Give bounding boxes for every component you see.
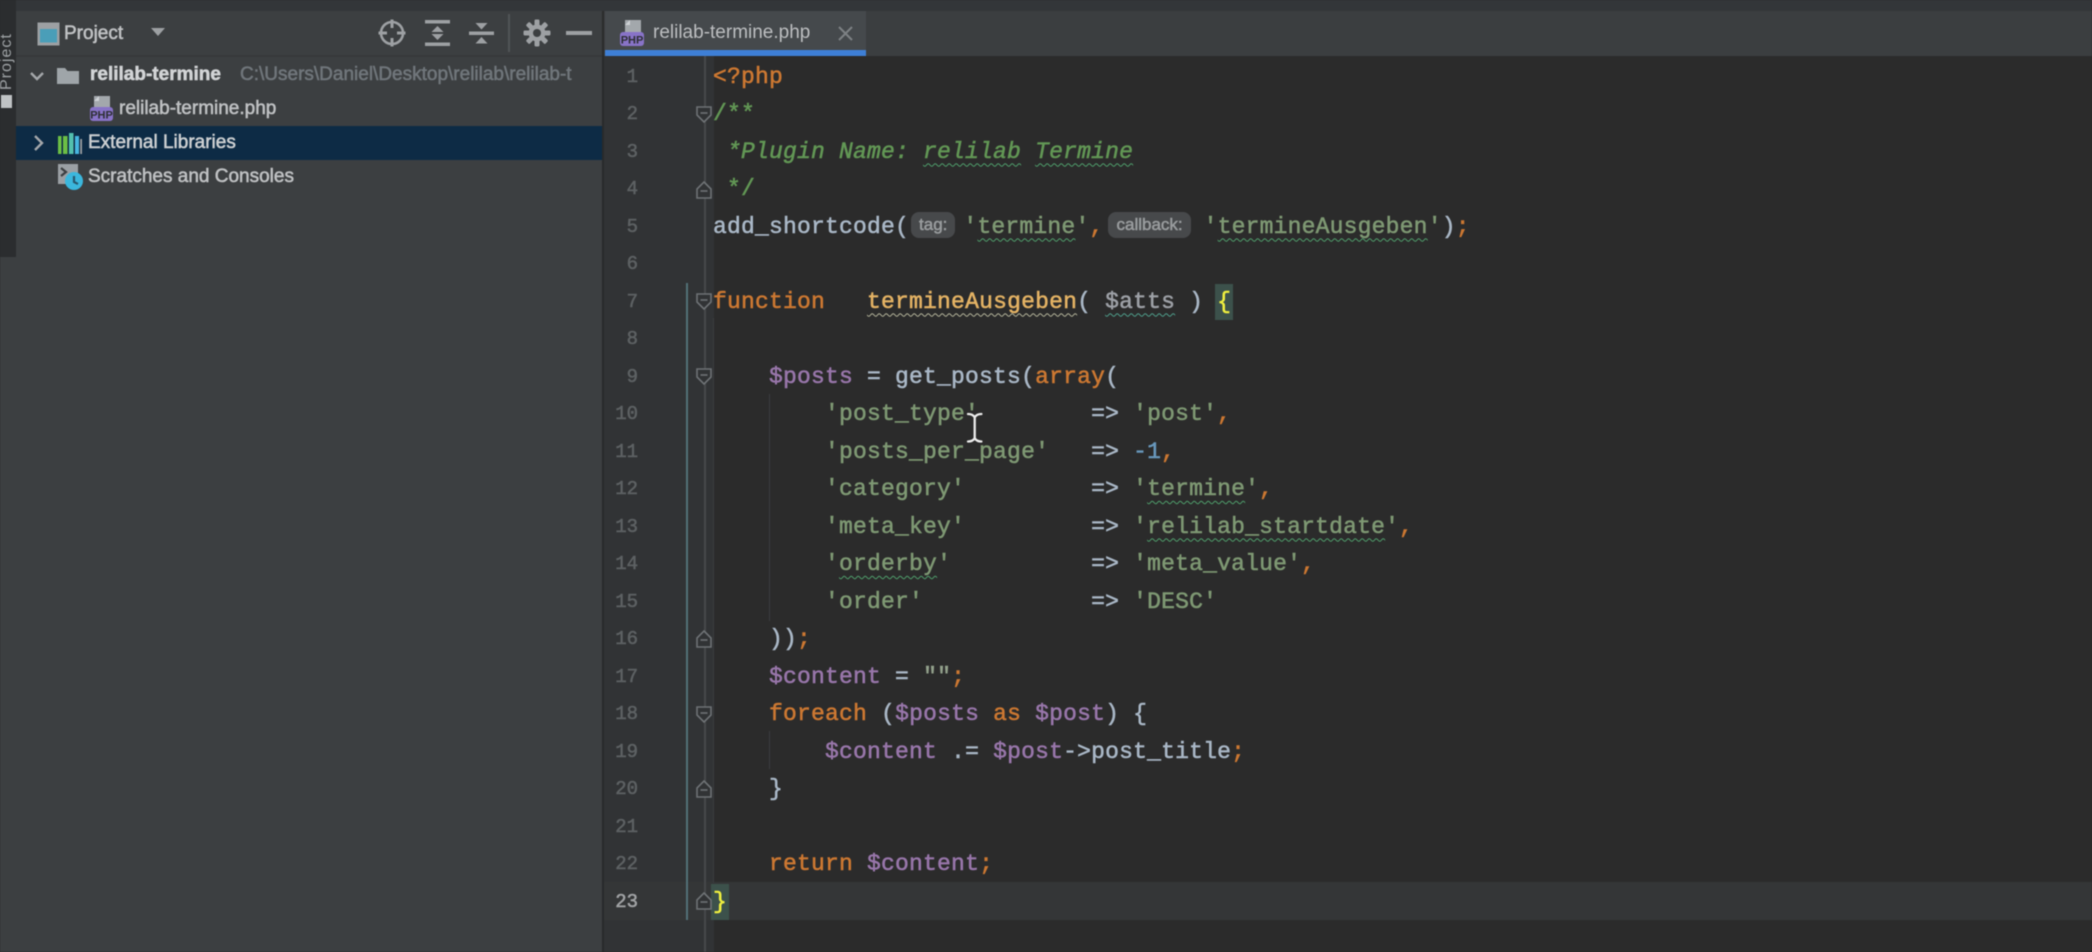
svg-text:PHP: PHP <box>90 110 113 122</box>
svg-text:PHP: PHP <box>621 35 644 47</box>
